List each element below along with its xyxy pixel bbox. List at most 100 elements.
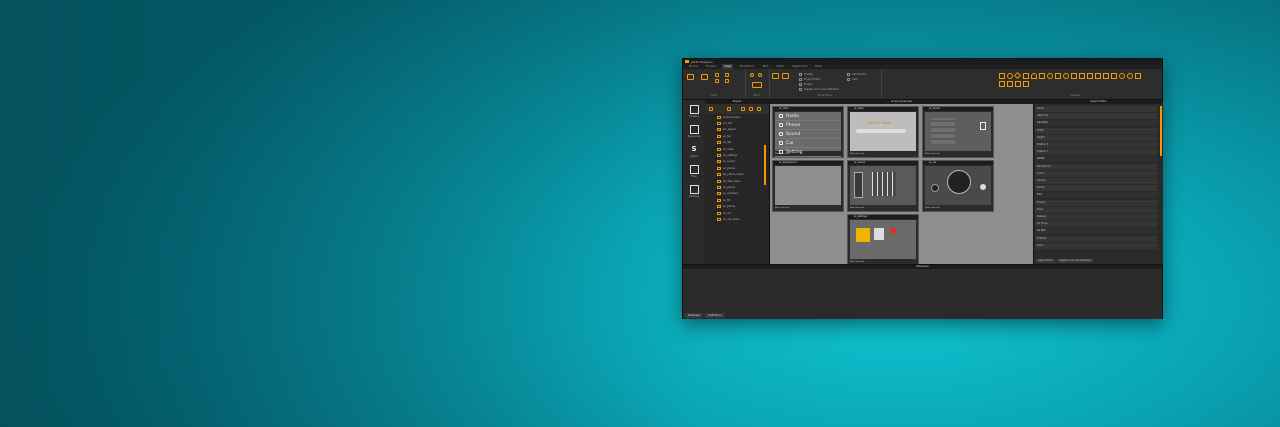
tab-definitions[interactable]: Definitions (705, 313, 725, 318)
zoom-in-icon[interactable] (750, 73, 754, 77)
new-screen-icon[interactable] (709, 107, 713, 111)
property-row[interactable]: Height (1035, 134, 1157, 141)
ellipse-icon[interactable] (1047, 73, 1053, 79)
app-title: jaVIS Designer (691, 59, 713, 64)
line-icon[interactable] (1023, 73, 1029, 79)
move-down-icon[interactable] (757, 107, 761, 111)
toggles-checkbox[interactable] (799, 88, 802, 91)
hide-all-icon[interactable] (782, 73, 789, 79)
tree-item[interactable]: ac_call_menu (717, 217, 740, 221)
path-icon[interactable] (1023, 81, 1029, 87)
property-row[interactable]: Style (1035, 242, 1157, 249)
polygon-icon[interactable] (1039, 73, 1045, 79)
gauge-icon[interactable] (1063, 73, 1069, 79)
table-icon[interactable] (999, 81, 1005, 87)
property-row[interactable]: Visible (1035, 156, 1157, 163)
arc-icon[interactable] (1031, 73, 1037, 79)
zoom-level-box[interactable] (752, 82, 762, 88)
tree-item[interactable]: ac_phone (717, 166, 735, 170)
text-icon[interactable] (1071, 73, 1077, 79)
tree-item[interactable]: ac_phone (717, 185, 735, 189)
frame-icon[interactable] (1015, 81, 1021, 87)
tab-object-editor[interactable]: Object Editor (1036, 259, 1056, 263)
chart-icon[interactable] (1111, 73, 1117, 79)
screen-ac-radio[interactable]: ac_radio FM 98.5 Radio Main item title (847, 106, 919, 158)
tab-messages[interactable]: Messages (685, 313, 704, 318)
property-row[interactable]: Position X (1035, 142, 1157, 148)
rail-files[interactable]: Files (687, 165, 701, 178)
property-row[interactable]: On Focus (1035, 221, 1157, 228)
screen-ac-phone[interactable]: ac_phone Main item title (922, 106, 994, 158)
tree-item[interactable]: ph_dial_menu (717, 179, 740, 183)
property-row[interactable]: Geometry (1035, 120, 1157, 127)
image-icon[interactable] (1079, 73, 1085, 79)
information-checkbox[interactable] (847, 73, 850, 76)
tree-item[interactable]: ac_led (717, 141, 731, 145)
project-editor-checkbox[interactable] (799, 78, 802, 81)
tree-item[interactable]: ac_numpad (717, 192, 737, 196)
property-row[interactable]: Press (1035, 206, 1157, 213)
tree-item[interactable]: ac_radio (717, 147, 734, 151)
slider-icon[interactable] (1095, 73, 1101, 79)
tree-item[interactable]: scr_player (717, 128, 736, 132)
clock-icon[interactable] (1119, 73, 1125, 79)
align-center-icon[interactable] (701, 74, 708, 80)
container-icon[interactable] (1135, 73, 1141, 79)
button-icon[interactable] (1087, 73, 1093, 79)
rail-styles[interactable]: S Styles (687, 145, 701, 158)
screen-ac-sound[interactable]: ac_sound Main item title (847, 160, 919, 212)
move-up-icon[interactable] (749, 107, 753, 111)
screen-ac-background[interactable]: ac_background Main item title (772, 160, 844, 212)
tree-item[interactable]: screens.menu (717, 115, 741, 119)
star-icon[interactable] (1055, 73, 1061, 79)
property-row[interactable]: Object ID (1035, 113, 1157, 120)
property-row[interactable]: Background (1035, 163, 1157, 170)
tree-item[interactable]: ac_car (717, 211, 731, 215)
screen-ac-main[interactable]: ac_main Radio Phone Sound Car Setting Ma… (772, 106, 844, 158)
property-row[interactable]: Border (1035, 185, 1157, 192)
distribute-v-icon[interactable] (715, 79, 719, 83)
project-checkbox[interactable] (799, 83, 802, 86)
knob-icon[interactable] (1127, 73, 1133, 79)
rail-settings[interactable]: Settings (687, 185, 701, 198)
rail-screens[interactable]: Screens (687, 105, 701, 118)
properties-scrollbar[interactable] (1160, 106, 1162, 156)
zoom-out-icon[interactable] (758, 73, 762, 77)
tree-item[interactable]: ac_fan (717, 134, 731, 138)
tree-item[interactable]: scr_list (717, 121, 732, 125)
list-icon[interactable] (1103, 73, 1109, 79)
help-checkbox[interactable] (847, 78, 850, 81)
property-row[interactable]: Position Y (1035, 149, 1157, 156)
property-row[interactable]: Events (1035, 199, 1157, 206)
screen-ac-car[interactable]: ac_car Main item title (922, 160, 994, 212)
tab-toggles-definition[interactable]: Toggles and Lines Definition (1057, 259, 1094, 263)
circle-icon[interactable] (1007, 73, 1013, 79)
diamond-icon[interactable] (1013, 71, 1022, 80)
toolbar-checkbox[interactable] (799, 73, 802, 76)
settings-icon[interactable] (727, 107, 731, 111)
property-row[interactable]: Enabled (1035, 235, 1157, 242)
rail-resources[interactable]: Resources (687, 125, 701, 138)
property-row[interactable]: Name (1035, 106, 1157, 112)
tree-item[interactable]: ph_phone_menu (717, 173, 744, 177)
checkbox-shape-icon[interactable] (1007, 81, 1013, 87)
property-row[interactable]: Release (1035, 214, 1157, 220)
distribute-icon[interactable] (715, 73, 719, 77)
property-row[interactable]: Width (1035, 127, 1157, 134)
project-scrollbar[interactable] (764, 145, 766, 185)
delete-icon[interactable] (741, 107, 745, 111)
send-back-icon[interactable] (725, 79, 729, 83)
tree-item[interactable]: ac_fill (717, 198, 730, 202)
property-row[interactable]: Colors (1035, 170, 1157, 177)
property-row[interactable]: Font (1035, 192, 1157, 199)
tree-item[interactable]: ac_sound (717, 160, 735, 164)
tree-item[interactable]: ac_phone (717, 205, 735, 209)
align-icon[interactable] (687, 74, 694, 80)
screen-ac-settings[interactable]: ac_settings Main item title (847, 214, 919, 266)
property-row[interactable]: Opacity (1035, 178, 1157, 184)
tree-item[interactable]: ac_settings (717, 153, 737, 157)
property-row[interactable]: On Blur (1035, 228, 1157, 235)
bring-front-icon[interactable] (725, 73, 729, 77)
rectangle-icon[interactable] (999, 73, 1005, 79)
show-all-icon[interactable] (772, 73, 779, 79)
